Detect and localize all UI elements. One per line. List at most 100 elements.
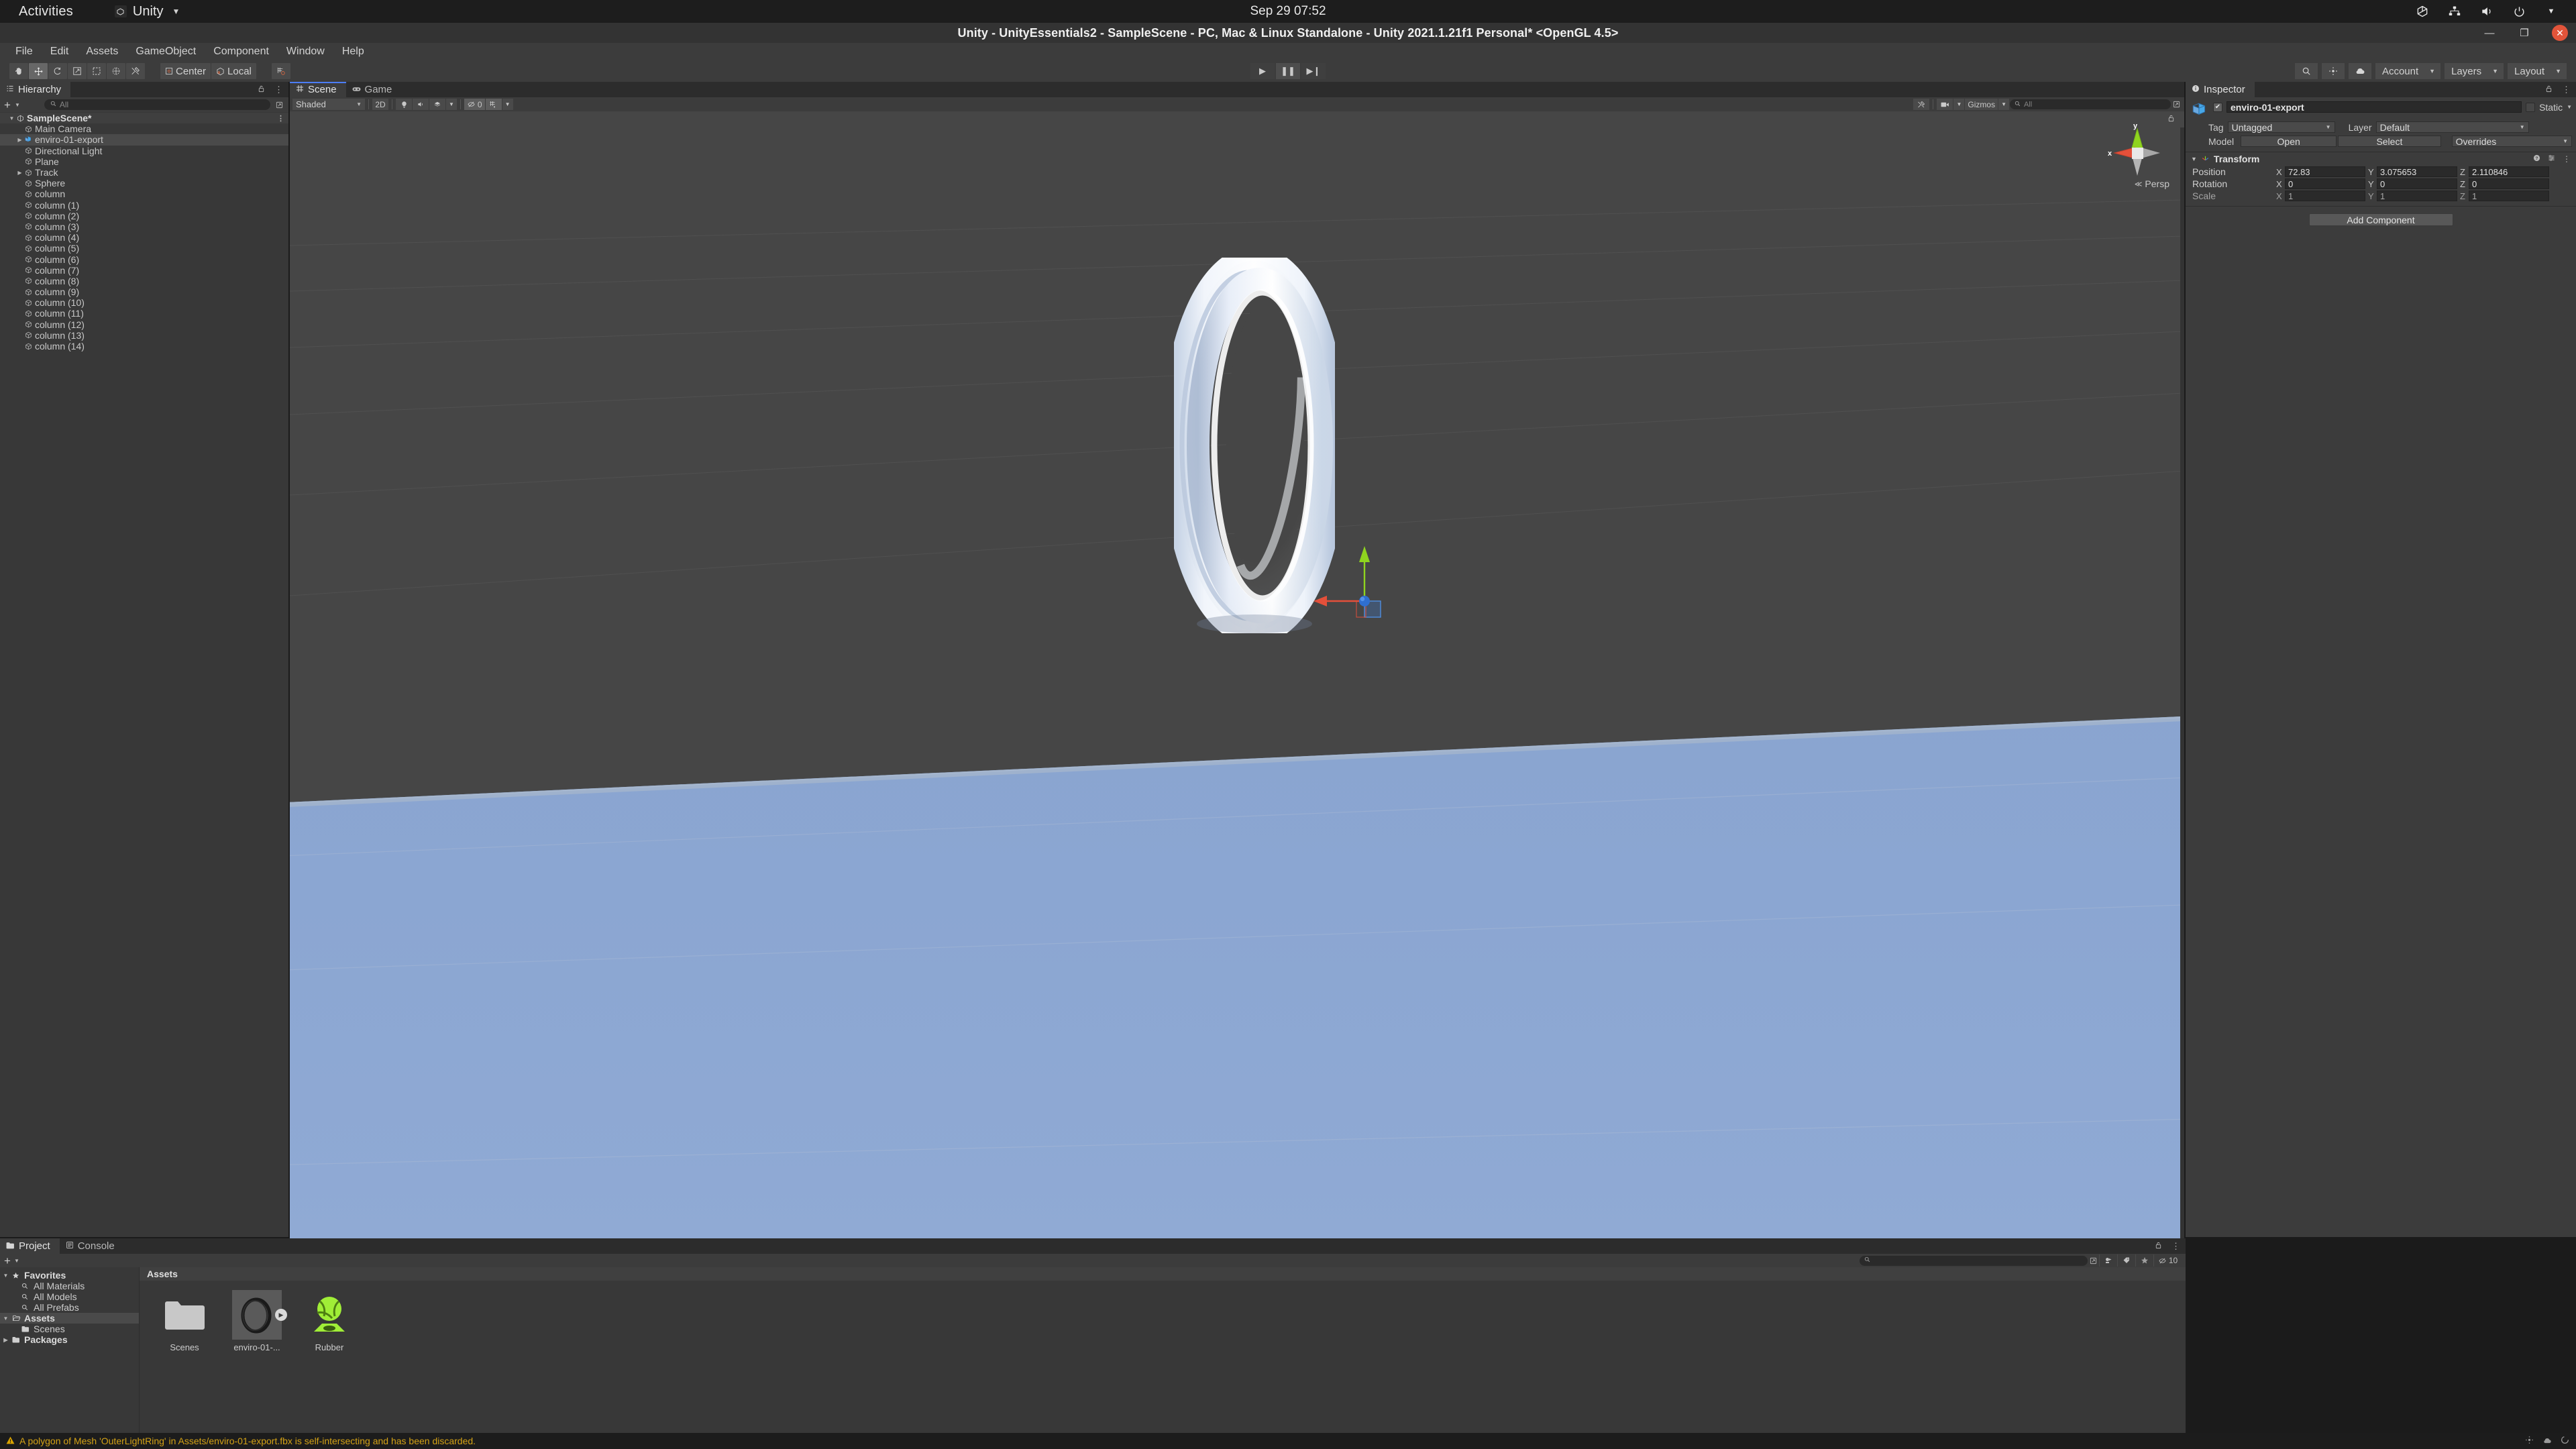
volume-icon[interactable] (2479, 4, 2494, 19)
projection-mode-label[interactable]: ≪ Persp (2135, 178, 2169, 189)
tab-hierarchy[interactable]: Hierarchy (0, 82, 71, 97)
expand-search-icon[interactable] (2088, 1256, 2098, 1266)
cloud-status-icon[interactable] (2542, 1436, 2552, 1446)
expand-arrow-open-icon[interactable]: ▼ (2, 1273, 9, 1279)
scene-search-input[interactable]: All (2010, 99, 2171, 109)
transform-position-z-input[interactable]: 2.110846 (2469, 166, 2549, 177)
scale-tool-button[interactable] (68, 63, 87, 79)
custom-editor-tool-button[interactable] (126, 63, 145, 79)
menu-gameobject[interactable]: GameObject (127, 43, 205, 60)
progress-status-icon[interactable] (2561, 1436, 2569, 1446)
hierarchy-tree[interactable]: ▼ SampleScene* ⋮ Main Camera ▶ enviro-01-expo… (0, 112, 288, 352)
hierarchy-item-column-1[interactable]: column (1) (0, 200, 288, 211)
favorite-star-icon[interactable] (2135, 1254, 2153, 1267)
scene-viewport[interactable]: y x ≪ Persp (290, 111, 2184, 1252)
scene-tools-icon[interactable] (1913, 99, 1930, 110)
chevron-down-icon[interactable]: ▼ (2544, 4, 2559, 19)
toggle-2d-button[interactable]: 2D (372, 99, 388, 110)
chevron-down-icon[interactable]: ▼ (14, 1258, 19, 1264)
hierarchy-item-column-11[interactable]: column (11) (0, 308, 288, 319)
transform-rotation-z-input[interactable]: 0 (2469, 178, 2549, 189)
project-tree-item-all-prefabs[interactable]: All Prefabs (0, 1302, 139, 1313)
audio-icon[interactable] (413, 99, 429, 110)
play-preview-icon[interactable]: ▶ (275, 1309, 287, 1321)
lock-icon[interactable] (258, 85, 265, 95)
hierarchy-item-samplescene[interactable]: ▼ SampleScene* ⋮ (0, 113, 288, 124)
transform-tool-button[interactable] (107, 63, 125, 79)
chevron-down-icon[interactable]: ▼ (2191, 156, 2197, 162)
chevron-down-icon[interactable]: ▼ (2567, 104, 2572, 110)
add-component-button[interactable]: Add Component (2308, 213, 2453, 226)
model-open-button[interactable]: Open (2241, 136, 2337, 147)
hierarchy-item-sphere[interactable]: Sphere (0, 178, 288, 189)
transform-scale-z-input[interactable]: 1 (2469, 191, 2549, 201)
kebab-menu-icon[interactable]: ⋮ (2171, 1241, 2180, 1252)
expand-arrow-open-icon[interactable]: ▼ (2, 1316, 9, 1322)
expand-search-icon[interactable] (2171, 99, 2182, 109)
transform-scale-x-input[interactable]: 1 (2285, 191, 2365, 201)
lock-icon[interactable] (2545, 85, 2553, 95)
project-tree-item-assets[interactable]: ▼ Assets (0, 1313, 139, 1324)
hierarchy-search-input[interactable]: All (44, 99, 270, 110)
transform-position-x-input[interactable]: 72.83 (2285, 166, 2365, 177)
project-tree-item-all-materials[interactable]: All Materials (0, 1281, 139, 1291)
hierarchy-item-column-13[interactable]: column (13) (0, 330, 288, 341)
transform-component-header[interactable]: ▼ Transform ? ⋮ (2186, 152, 2576, 166)
close-button[interactable]: ✕ (2552, 25, 2568, 41)
expand-arrow-closed-icon[interactable]: ▶ (16, 170, 23, 176)
menu-component[interactable]: Component (205, 43, 278, 60)
step-button[interactable]: ▶❙ (1301, 63, 1326, 79)
menu-window[interactable]: Window (278, 43, 333, 60)
chevron-down-icon[interactable]: ▼ (15, 102, 20, 108)
expand-arrow-closed-icon[interactable]: ▶ (2, 1337, 9, 1343)
menu-file[interactable]: File (7, 43, 42, 60)
account-dropdown[interactable]: Account ▼ (2375, 63, 2441, 79)
move-gizmo[interactable] (1307, 541, 1414, 635)
preset-icon[interactable] (2548, 154, 2555, 164)
tab-scene[interactable]: Scene (290, 82, 346, 97)
light-bulb-icon[interactable] (396, 99, 412, 110)
project-folder-tree[interactable]: ▼ Favorites All Materials All Models All Pre… (0, 1267, 139, 1433)
object-name-input[interactable]: enviro-01-export (2226, 101, 2522, 113)
pause-button[interactable]: ❚❚ (1276, 63, 1300, 79)
hierarchy-item-column-10[interactable]: column (10) (0, 297, 288, 308)
hierarchy-item-column-9[interactable]: column (9) (0, 286, 288, 297)
expand-arrow-closed-icon[interactable]: ▶ (16, 137, 23, 143)
activities-button[interactable]: Activities (19, 4, 73, 19)
filter-by-label-icon[interactable] (2117, 1254, 2135, 1267)
hierarchy-item-column-5[interactable]: column (5) (0, 243, 288, 254)
hierarchy-item-track[interactable]: ▶ Track (0, 167, 288, 178)
model-select-button[interactable]: Select (2338, 136, 2441, 147)
help-icon[interactable]: ? (2533, 154, 2540, 164)
grid-dropdown[interactable]: ▼ (502, 99, 513, 110)
transform-rotation-y-input[interactable]: 0 (2377, 178, 2457, 189)
tab-inspector[interactable]: Inspector (2186, 82, 2255, 97)
kebab-menu-icon[interactable]: ⋮ (2562, 85, 2571, 95)
transform-position-y-input[interactable]: 3.075653 (2377, 166, 2457, 177)
hierarchy-item-enviro-01-export[interactable]: ▶ enviro-01-export (0, 134, 288, 146)
lock-icon[interactable] (2155, 1241, 2162, 1252)
static-checkbox[interactable] (2526, 102, 2536, 112)
pivot-space-button[interactable]: Local (211, 63, 256, 79)
draw-mode-dropdown[interactable]: Shaded ▼ (292, 99, 365, 110)
hierarchy-item-main-camera[interactable]: Main Camera (0, 123, 288, 134)
kebab-menu-icon[interactable]: ⋮ (277, 114, 284, 123)
unity-icon[interactable] (2415, 4, 2430, 19)
layers-dropdown[interactable]: Layers ▼ (2445, 63, 2504, 79)
hierarchy-item-column-4[interactable]: column (4) (0, 232, 288, 243)
tab-console[interactable]: Console (60, 1238, 124, 1254)
project-tree-item-packages[interactable]: ▶ Packages (0, 1334, 139, 1345)
asset-item-material[interactable]: Rubber (299, 1290, 360, 1352)
scene-orientation-gizmo[interactable]: y x (2101, 118, 2174, 188)
scene-vertical-scrollbar[interactable] (2180, 127, 2184, 1248)
scene-camera-dropdown[interactable]: ▼ (1953, 99, 1965, 110)
effects-dropdown[interactable]: ▼ (446, 99, 457, 110)
tag-dropdown[interactable]: Untagged ▼ (2227, 121, 2335, 133)
model-overrides-dropdown[interactable]: Overrides ▼ (2451, 136, 2572, 147)
power-icon[interactable] (2512, 4, 2526, 19)
transform-scale-y-input[interactable]: 1 (2377, 191, 2457, 201)
object-enabled-checkbox[interactable]: ✔ (2213, 102, 2222, 112)
expand-search-icon[interactable] (274, 100, 284, 110)
clock[interactable]: Sep 29 07:52 (1250, 4, 1326, 19)
tab-project[interactable]: Project (0, 1238, 60, 1254)
